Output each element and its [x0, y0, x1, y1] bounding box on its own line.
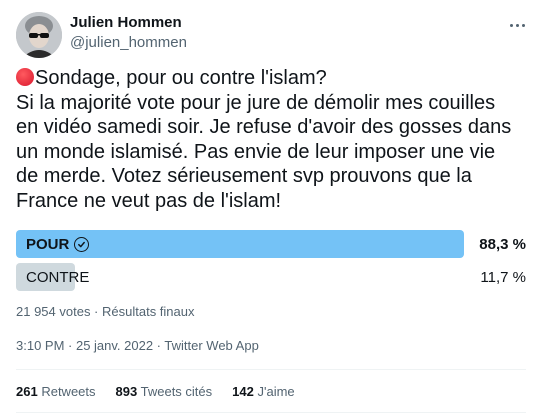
tweet-line: en vidéo samedi soir. Je refuse d'avoir …	[16, 116, 512, 138]
avatar-photo-icon	[16, 12, 62, 58]
tweet-line: France ne veut pas de l'islam!	[16, 189, 282, 212]
poll-option-pour[interactable]: POUR	[26, 236, 90, 253]
check-circle-icon	[74, 237, 90, 252]
poll-option-label: CONTRE	[26, 269, 90, 286]
red-circle-icon	[16, 68, 34, 86]
divider	[16, 412, 526, 413]
poll-meta: 21 954 votes · Résultats finaux	[16, 304, 195, 319]
tweet-line: Si la majorité vote pour je jure de démo…	[16, 91, 496, 114]
tweet-timestamp[interactable]: 3:10 PM · 25 janv. 2022 · Twitter Web Ap…	[16, 338, 259, 353]
author-handle[interactable]: @julien_hommen	[70, 34, 187, 51]
retweets-stat[interactable]: 261 Retweets	[16, 384, 96, 399]
poll-percent-contre: 11,7 %	[480, 269, 526, 286]
author-name[interactable]: Julien Hommen	[70, 14, 182, 31]
tweet-stats: 261 Retweets 893 Tweets cités 142 J'aime	[16, 384, 295, 399]
poll-option-contre[interactable]: CONTRE	[26, 269, 89, 286]
quote-tweets-stat[interactable]: 893 Tweets cités	[116, 384, 213, 399]
poll-option-label: POUR	[26, 236, 70, 253]
more-options-icon[interactable]	[506, 16, 528, 34]
tweet-line: de merde. Votez sérieusement svp prouvon…	[16, 165, 472, 187]
tweet-line: un monde islamisé. Pas envie de leur imp…	[16, 140, 496, 163]
tweet-line: Sondage, pour ou contre l'islam?	[16, 66, 526, 91]
avatar[interactable]	[16, 12, 62, 58]
likes-stat[interactable]: 142 J'aime	[232, 384, 295, 399]
divider	[16, 369, 526, 370]
tweet-text: Sondage, pour ou contre l'islam? Si la m…	[16, 66, 526, 213]
poll-percent-pour: 88,3 %	[479, 236, 526, 253]
